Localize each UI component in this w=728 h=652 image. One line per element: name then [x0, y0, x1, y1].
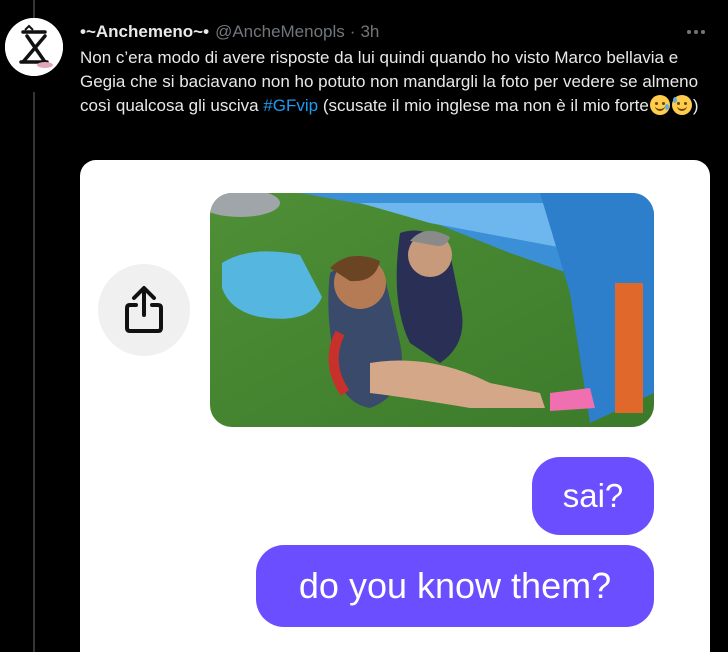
message-text: sai? — [562, 477, 624, 514]
timestamp[interactable]: 3h — [360, 22, 379, 42]
tweet-text-end: ) — [692, 96, 699, 115]
avatar[interactable] — [5, 18, 63, 76]
display-name[interactable]: •~Anchemeno~• — [80, 22, 209, 42]
smiling-face-with-tear-emoji — [649, 95, 670, 115]
hashtag-link[interactable]: #GFvip — [263, 96, 318, 115]
shared-photo — [210, 193, 654, 427]
grinning-face-with-sweat-emoji — [671, 95, 692, 115]
tweet-text-continued: (scusate il mio inglese ma non è il mio … — [318, 96, 649, 115]
share-button — [98, 264, 190, 356]
message-bubble-sai: sai? — [532, 457, 654, 535]
more-options-icon[interactable] — [684, 20, 708, 44]
message-bubble-question: do you know them? — [256, 545, 654, 627]
share-icon — [125, 286, 163, 333]
tweet-text: Non c’era modo di avere risposte da lui … — [80, 46, 720, 118]
handle[interactable]: @AncheMenopls — [215, 22, 345, 42]
thread-line — [33, 92, 35, 652]
thread-line-top — [33, 0, 35, 18]
avatar-logo — [5, 18, 63, 76]
separator-dot: · — [349, 22, 356, 41]
tweet-header: •~Anchemeno~• @AncheMenopls · 3h — [80, 20, 716, 44]
tweet-media-image[interactable]: sai? do you know them? — [80, 160, 710, 652]
message-text: do you know them? — [298, 565, 612, 606]
